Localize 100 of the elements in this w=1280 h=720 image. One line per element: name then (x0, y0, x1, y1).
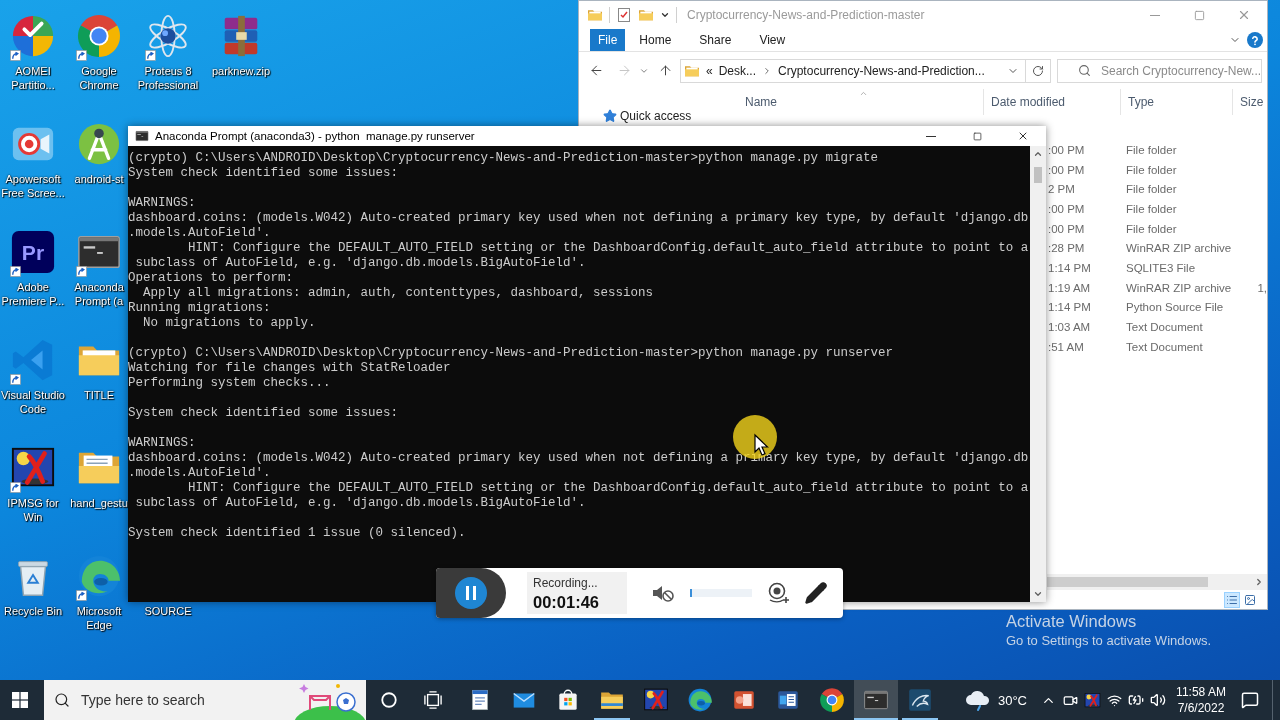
clock[interactable]: 11:58 AM 7/6/2022 (1171, 680, 1231, 720)
file-menu-button[interactable]: File (590, 29, 626, 51)
details-view-button[interactable] (1224, 591, 1240, 608)
desktop-icon-label[interactable]: parknew.zip (211, 64, 271, 78)
desktop-icon-label[interactable]: SOURCE (144, 604, 192, 618)
type-cell-text: Text Document (1125, 321, 1203, 334)
address-bar[interactable]: « Desk... Cryptocurrency-News-and-Prediction... (680, 58, 1026, 83)
desktop-icon-label[interactable]: Apowersoft Free Scree... (0, 172, 66, 200)
notification-icon (1241, 691, 1259, 709)
webcam-plus-icon[interactable] (766, 581, 790, 605)
date-cell: 2 PM (1047, 183, 1075, 196)
desktop-icon-label[interactable]: Google Chrome (70, 64, 128, 92)
properties-icon[interactable] (616, 7, 632, 23)
ring-icon (379, 691, 398, 709)
pie-check-icon[interactable] (10, 13, 56, 59)
scrollbar-thumb[interactable] (1034, 167, 1042, 183)
desktop-icon-label[interactable]: hand_gestu (70, 496, 128, 510)
date-cell: 1:19 AM (1047, 281, 1091, 294)
terminal-line: WARNINGS: (128, 196, 196, 211)
type-cell-text: WinRAR ZIP archive (1125, 242, 1232, 255)
search-icon (54, 692, 70, 708)
battery-charging-icon (1128, 692, 1144, 708)
search-field[interactable]: Search Cryptocurrency-New... (1101, 63, 1261, 78)
chrome-icon[interactable] (76, 13, 122, 59)
terminal-line: (crypto) C:\Users\ANDROID\Desktop\Cryptocurrency-News-and-Prediction-master>python manage.py runserver (128, 346, 894, 361)
scroll-up-icon[interactable] (1033, 149, 1043, 159)
pause-icon (455, 577, 487, 609)
date-cell: 1:03 AM (1047, 321, 1091, 334)
terminal-line: Watching for file changes with StatReloader (128, 361, 451, 376)
taskbar-app-button[interactable] (854, 680, 898, 720)
ribbon-tab[interactable]: Home (625, 29, 686, 51)
column-header[interactable]: Type (1128, 95, 1154, 109)
refresh-button[interactable] (1026, 58, 1051, 83)
breadcrumb[interactable]: Cryptocurrency-News-and-Prediction... (778, 63, 985, 78)
scrollbar-thumb[interactable] (1047, 577, 1208, 587)
terminal-line: (crypto) C:\Users\ANDROID\Desktop\Cryptocurrency-News-and-Prediction-master>python manage.py migrate (128, 151, 879, 166)
search-field[interactable]: Type here to search (81, 692, 283, 708)
task-view-icon (424, 691, 442, 709)
desktop-icon-label[interactable]: AOMEI Partitio... (0, 64, 66, 92)
desktop-icon-label[interactable]: Adobe Premiere P... (0, 280, 66, 308)
compass-icon[interactable] (76, 121, 122, 167)
terminal-line: No migrations to apply. (142, 316, 316, 331)
type-cell-text: File folder (1125, 222, 1177, 235)
type-cell-text: File folder (1125, 202, 1177, 215)
breadcrumb-overflow[interactable]: « (706, 63, 713, 78)
help-icon[interactable] (1247, 32, 1263, 48)
search-box[interactable]: Search Cryptocurrency-New... (1057, 58, 1262, 83)
weather-button[interactable]: 30°C (963, 680, 1037, 720)
customize-caret-icon[interactable] (660, 10, 670, 20)
edge-icon (687, 687, 713, 713)
nav-pane-item[interactable]: Quick access (579, 108, 731, 124)
terminal-line: subclass of AutoField, e.g. 'django.db.models.BigAutoField'. (134, 496, 586, 511)
desktop-icon-label[interactable]: Visual Studio Code (0, 388, 66, 416)
search-icon (1078, 64, 1091, 77)
desktop-icon-label[interactable]: TITLE (84, 388, 114, 402)
refresh-icon (1032, 64, 1044, 77)
desktop-icon-label[interactable]: android-st (74, 172, 124, 186)
star-icon (603, 109, 617, 123)
scroll-down-icon[interactable] (1033, 589, 1043, 599)
type-cell-text: SQLITE3 File (1125, 261, 1196, 274)
picture-icon (1244, 593, 1256, 606)
terminal-line: System check identified 1 issue (0 silenced). (128, 526, 466, 541)
desktop-icon-label[interactable]: IPMSG for Win (0, 496, 66, 524)
x-figure-icon (1083, 691, 1101, 709)
ribbon-tab[interactable]: Share (685, 29, 746, 51)
recording-timer: 00:01:46 (533, 593, 601, 612)
desktop-icon-label[interactable]: Proteus 8 Professional (132, 64, 204, 92)
cloud-rain-icon (963, 688, 992, 712)
type-cell-text: WinRAR ZIP archive (1125, 281, 1232, 294)
terminal-line: .models.AutoField'. (128, 226, 271, 241)
column-header[interactable]: Date modified (991, 95, 1066, 109)
breadcrumb[interactable]: Desk... (718, 63, 757, 78)
terminal-line: dashboard.coins: (models.W042) Auto-created primary key used when not defining a primary key type, by default 'django.db (128, 211, 1029, 226)
minimize-icon (1150, 14, 1160, 16)
wifi-icon (1106, 692, 1122, 708)
search-box[interactable]: Type here to search (44, 680, 366, 720)
terminal-line: System check identified some issues: (128, 166, 399, 181)
pause-button[interactable] (436, 568, 506, 618)
column-header[interactable]: Name (745, 95, 777, 109)
maximize-icon (972, 131, 982, 141)
column-header[interactable]: Size (1240, 95, 1264, 109)
vertical-scrollbar[interactable] (1030, 146, 1046, 602)
size-cell: 1, (1257, 281, 1267, 294)
minimize-icon (926, 135, 936, 137)
edge-icon[interactable] (76, 553, 122, 599)
premiere-icon[interactable]: Pr (10, 229, 56, 275)
ribbon-tab[interactable]: View (745, 29, 800, 51)
activation-title: Activate Windows (1006, 611, 1137, 631)
scroll-right-icon[interactable] (1254, 577, 1264, 587)
terminal-line: HINT: Configure the DEFAULT_AUTO_FIELD setting or the DashboardConfig.default_auto_field attribute to point to a (187, 241, 1029, 256)
desktop-icon-label[interactable]: Anaconda Prompt (a (70, 280, 128, 308)
activation-message: Go to Settings to activate Windows. (1006, 632, 1212, 650)
desktop-icon-label[interactable]: Recycle Bin (3, 604, 63, 618)
console-window-icon (135, 129, 149, 143)
right-arrow-icon (616, 63, 632, 78)
desktop-icon-label[interactable]: Microsoft Edge (70, 604, 128, 632)
list-icon (1226, 593, 1238, 606)
type-cell-text: Text Document (1125, 340, 1203, 353)
pencil-icon[interactable] (804, 581, 828, 605)
horizontal-scrollbar[interactable] (1047, 574, 1267, 590)
